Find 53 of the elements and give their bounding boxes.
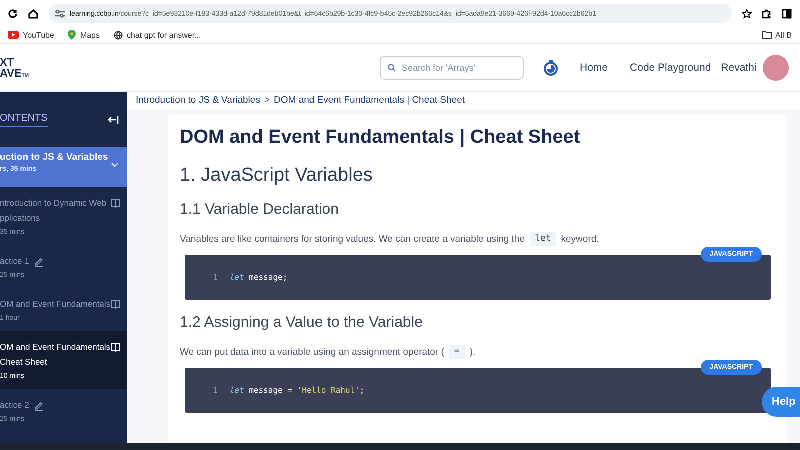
play-icon [8, 31, 19, 39]
stopwatch-icon[interactable] [544, 60, 558, 76]
user-name[interactable]: Revathi [721, 62, 757, 74]
map-pin-icon [68, 30, 76, 40]
folder-icon [762, 31, 772, 39]
module-title: uction to JS & Variables [0, 152, 108, 163]
lesson-title: ntroduction to Dynamic Web pplications [0, 197, 107, 225]
reload-icon[interactable] [8, 8, 18, 18]
all-bookmarks[interactable]: All B [762, 30, 792, 40]
lesson-title: actice 1 [0, 255, 30, 268]
chevron-icon[interactable] [111, 162, 119, 168]
help-button[interactable]: Help [762, 387, 800, 417]
section-heading: 1. JavaScript Variables [180, 165, 374, 187]
search-field[interactable]: Search for 'Arrays' [380, 56, 524, 80]
pencil-icon [34, 256, 44, 266]
paragraph-text: ). [470, 346, 476, 358]
tune-icon[interactable] [55, 10, 65, 18]
sidebar-title[interactable]: ONTENTS [0, 112, 48, 126]
bookmark[interactable]: Maps [68, 30, 100, 40]
inline-code: let [530, 232, 556, 246]
lesson-title: OM and Event Fundamentals [0, 298, 111, 311]
paragraph-text: keyword. [561, 234, 600, 244]
inline-code: = [449, 345, 465, 359]
subsection-heading: 1.2 Assigning a Value to the Variable [180, 314, 424, 331]
paragraph-text: We can put data into a variable using an assignment operator ( [180, 346, 444, 358]
lesson-title: OM and Event Fundamentals Cheat Sheet [0, 341, 111, 369]
collapse-icon[interactable] [108, 114, 119, 124]
search-icon [388, 64, 396, 72]
nav-link[interactable]: Code Playground [630, 62, 712, 74]
lesson-title: actice 2 [0, 399, 30, 412]
home-icon[interactable] [28, 8, 39, 18]
nav-link[interactable]: Home [580, 62, 608, 74]
sidebar-icon[interactable] [782, 8, 792, 18]
bookmark[interactable]: YouTube [8, 30, 54, 40]
paragraph-text: Variables are like containers for storing values. We can create a variable using the [180, 234, 525, 244]
book-icon [111, 199, 121, 208]
globe-icon [114, 30, 123, 40]
book-icon [111, 343, 121, 352]
bookmark[interactable]: chat gpt for answer... [114, 30, 202, 40]
breadcrumb-link[interactable]: DOM and Event Fundamentals | Cheat Sheet [274, 95, 466, 106]
line-number: 1 [213, 273, 218, 282]
subsection-heading: 1.1 Variable Declaration [180, 201, 340, 218]
book-icon [111, 300, 121, 309]
avatar[interactable] [762, 54, 789, 80]
pencil-icon [34, 400, 44, 410]
star-icon[interactable] [742, 8, 752, 18]
puzzle-icon[interactable] [762, 8, 772, 18]
breadcrumb-separator: > [264, 95, 270, 106]
code-line: let message; [230, 273, 288, 282]
page-title: DOM and Event Fundamentals | Cheat Sheet [180, 127, 582, 149]
breadcrumb-link[interactable]: Introduction to JS & Variables [136, 95, 260, 106]
code-line: let message = 'Hello Rahul'; [230, 386, 365, 395]
line-number: 1 [213, 386, 218, 395]
